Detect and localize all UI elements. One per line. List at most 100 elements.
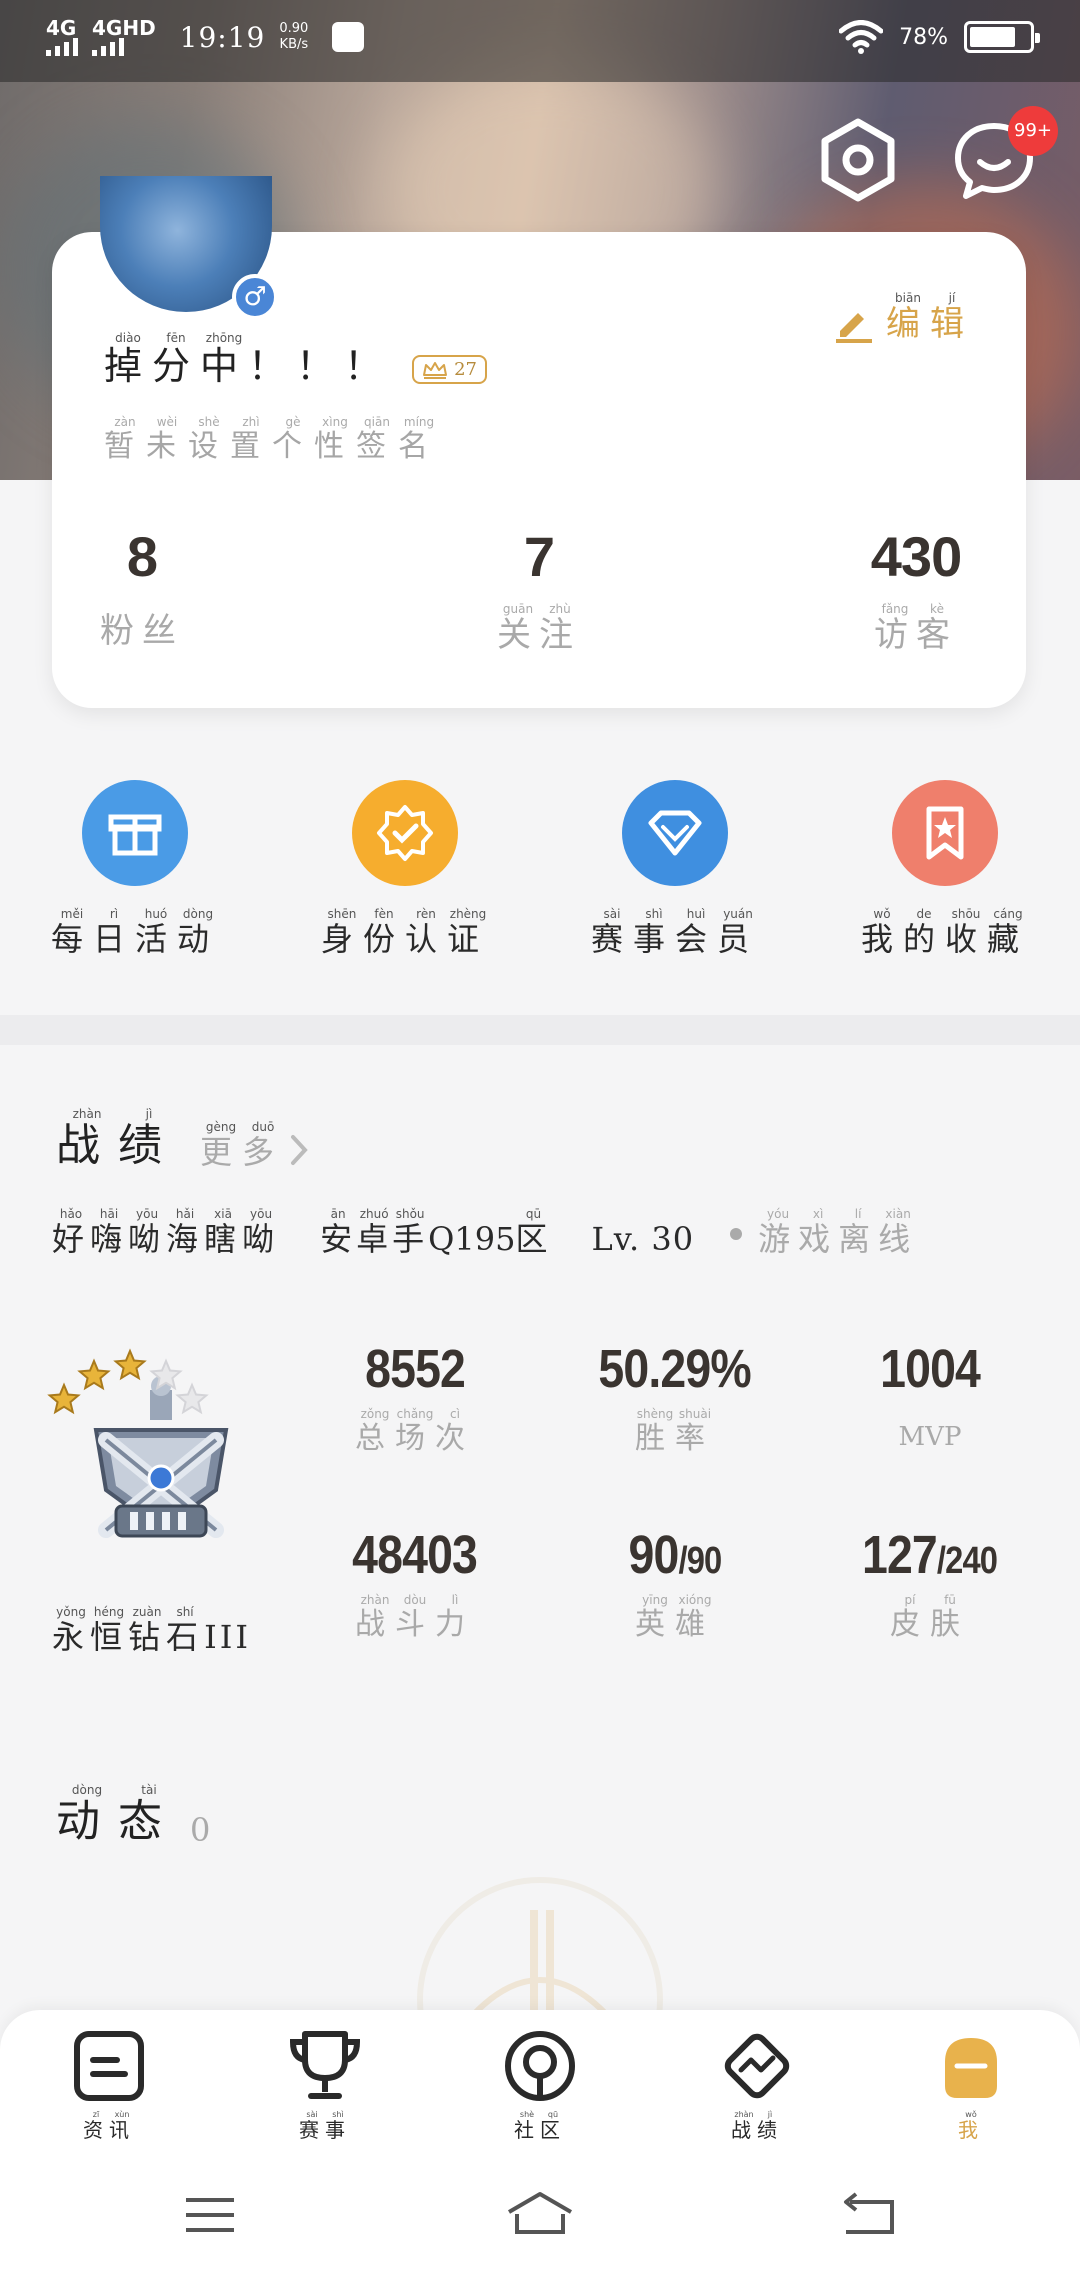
edit-profile-button[interactable]: 编biān辑jí bbox=[834, 291, 974, 345]
clock: 19:19 bbox=[179, 20, 266, 54]
combat-power-value: 48403 bbox=[352, 1525, 479, 1585]
tab-community[interactable]: 社shè区qū bbox=[475, 2026, 605, 2143]
player-level: Lv. 30 bbox=[591, 1220, 695, 1258]
visitors-stat[interactable]: 430 访fǎng客kè bbox=[846, 524, 986, 656]
battery-icon bbox=[964, 21, 1040, 53]
battery-percent: 78% bbox=[899, 24, 948, 50]
mvp-value: 1004 bbox=[880, 1339, 981, 1399]
skins-label: 皮pí肤fū bbox=[890, 1593, 970, 1642]
action-event-membership[interactable]: 赛sài事shì会huì员yuán bbox=[555, 780, 795, 960]
tab-events[interactable]: 赛sài事shì bbox=[260, 2026, 390, 2143]
skins-stat[interactable]: 127/240 皮pí肤fū bbox=[810, 1524, 1050, 1643]
bottom-tab-bar: 资zī讯xùn 赛sài事shì 社shè区qū 战zhàn绩jì 我wǒ bbox=[0, 2010, 1080, 2150]
heroes-label: 英yīng雄xióng bbox=[635, 1593, 715, 1642]
quick-actions: 每měi日rì活huó动dòng 身shēn份fèn认rèn证zhèng 赛sà… bbox=[0, 780, 1080, 1015]
combat-power-label: 战zhàn斗dòu力lì bbox=[355, 1593, 475, 1642]
tab-label: 赛sài事shì bbox=[299, 2110, 351, 2142]
signature[interactable]: 暂zàn未wèi设shè置zhì个gè性xìng签qiān名míng bbox=[104, 415, 440, 465]
tab-news[interactable]: 资zī讯xùn bbox=[44, 2026, 174, 2143]
mvp-stat: 1004 MVP bbox=[810, 1338, 1050, 1452]
bookmark-star-icon bbox=[892, 780, 998, 886]
rank-star-filled bbox=[47, 1382, 81, 1415]
record-section-header: 战zhàn绩jì 更gèng 多duō bbox=[56, 1107, 310, 1173]
news-icon bbox=[74, 2031, 144, 2101]
system-nav-bar bbox=[0, 2150, 1080, 2280]
record-more-link[interactable]: 更gèng 多duō bbox=[200, 1120, 310, 1173]
online-status: 游yóu戏xì离lí线xiàn bbox=[758, 1207, 919, 1258]
status-bar: 4G 4GHD 19:19 0.90 KB/s 78% bbox=[0, 0, 1080, 82]
diamond-icon bbox=[622, 780, 728, 886]
signal-1-icon: 4G bbox=[46, 18, 78, 56]
gift-icon bbox=[82, 780, 188, 886]
wifi-icon bbox=[839, 20, 884, 54]
win-rate-stat: 50.29% 胜shèng率shuài bbox=[555, 1338, 795, 1457]
dynamics-title: 动dòng态tài bbox=[56, 1783, 180, 1847]
following-count: 7 bbox=[523, 525, 555, 588]
vip-level-badge[interactable]: 27 bbox=[412, 355, 487, 384]
tab-record[interactable]: 战zhàn绩jì bbox=[692, 2026, 822, 2143]
section-divider bbox=[0, 1015, 1080, 1045]
action-label: 身shēn份fèn认rèn证zhèng bbox=[320, 907, 490, 958]
mvp-label: MVP bbox=[898, 1422, 962, 1452]
record-icon bbox=[724, 2033, 790, 2099]
action-label: 赛sài事shì会huì员yuán bbox=[590, 907, 760, 958]
community-icon bbox=[505, 2031, 575, 2101]
chevron-right-icon bbox=[291, 1135, 308, 1165]
heroes-value: 90/90 bbox=[628, 1525, 723, 1585]
dynamics-count: 0 bbox=[190, 1811, 211, 1849]
action-label: 我wǒ的de收shōu藏cáng bbox=[860, 907, 1030, 958]
tab-me[interactable]: 我wǒ bbox=[906, 2026, 1036, 2143]
action-identity-verification[interactable]: 身shēn份fèn认rèn证zhèng bbox=[285, 780, 525, 960]
rank-star-empty bbox=[175, 1382, 209, 1415]
dynamics-section-header: 动dòng态tài 0 bbox=[56, 1783, 211, 1849]
win-rate-label: 胜shèng率shuài bbox=[635, 1407, 715, 1456]
combat-power-stat: 48403 战zhàn斗dòu力lì bbox=[295, 1524, 535, 1643]
settings-icon[interactable] bbox=[810, 112, 906, 208]
verified-badge-icon bbox=[352, 780, 458, 886]
skins-value: 127/240 bbox=[862, 1525, 998, 1585]
heroes-stat[interactable]: 90/90 英yīng雄xióng bbox=[555, 1524, 795, 1643]
male-gender-icon: ♂ bbox=[232, 274, 278, 320]
rank-stars bbox=[47, 1348, 209, 1415]
fans-stat[interactable]: 8 粉丝 bbox=[72, 524, 212, 652]
menu-icon[interactable] bbox=[180, 2190, 240, 2240]
player-name: 好hǎo嗨hāi呦yōu海hǎi瞎xiā呦yōu bbox=[52, 1207, 281, 1258]
tab-label: 我wǒ bbox=[958, 2110, 984, 2142]
shopping-bag-icon bbox=[332, 22, 365, 52]
visitors-count: 430 bbox=[870, 525, 962, 588]
rank-emblem bbox=[47, 1348, 229, 1538]
message-badge: 99+ bbox=[1008, 106, 1058, 156]
server-name: 安ān卓zhuó手shǒuQ195区qū bbox=[320, 1207, 552, 1258]
rank-star-filled bbox=[113, 1348, 147, 1381]
back-icon[interactable] bbox=[840, 2190, 900, 2240]
tab-label: 资zī讯xùn bbox=[83, 2110, 135, 2142]
following-stat[interactable]: 7 关guān注zhù bbox=[469, 524, 609, 656]
total-matches-label: 总zǒng场chǎng次cì bbox=[355, 1407, 475, 1456]
trophy-icon bbox=[289, 2031, 361, 2099]
crown-icon bbox=[423, 361, 448, 379]
nickname: 掉diào 分fēn 中zhōng！！！ 27 bbox=[104, 331, 487, 390]
action-daily-events[interactable]: 每měi日rì活huó动dòng bbox=[15, 780, 255, 960]
fans-count: 8 bbox=[126, 525, 158, 588]
edit-label: 编biān辑jí bbox=[886, 291, 974, 344]
action-my-favorites[interactable]: 我wǒ的de收shōu藏cáng bbox=[825, 780, 1065, 960]
following-label: 关guān注zhù bbox=[497, 602, 581, 655]
action-label: 每měi日rì活huó动dòng bbox=[50, 907, 220, 958]
tab-label: 战zhàn绩jì bbox=[731, 2110, 783, 2142]
profile-card: ♂ 编biān辑jí 掉diào 分fēn 中zhōng！！！ 27 暂zàn未wè… bbox=[52, 176, 1026, 708]
total-matches-stat: 8552 总zǒng场chǎng次cì bbox=[295, 1338, 535, 1457]
profile-icon bbox=[945, 2038, 997, 2098]
record-title: 战zhàn绩jì bbox=[56, 1107, 180, 1171]
network-speed: 0.90 KB/s bbox=[279, 21, 309, 52]
home-icon[interactable] bbox=[505, 2190, 575, 2240]
signal-2-icon: 4GHD bbox=[92, 18, 156, 56]
win-rate-value: 50.29% bbox=[598, 1339, 752, 1399]
online-status-dot bbox=[730, 1228, 743, 1240]
fans-label: 粉丝 bbox=[100, 611, 184, 651]
player-info: 好hǎo嗨hāi呦yōu海hǎi瞎xiā呦yōu 安ān卓zhuó手shǒuQ1… bbox=[52, 1207, 919, 1260]
rank-star-filled bbox=[77, 1358, 111, 1391]
pencil-icon bbox=[836, 313, 872, 343]
total-matches-value: 8552 bbox=[365, 1339, 466, 1399]
visitors-label: 访fǎng客kè bbox=[874, 602, 958, 655]
rank-name: 永yǒng恒héng钻zuàn石shíIII bbox=[52, 1605, 251, 1656]
